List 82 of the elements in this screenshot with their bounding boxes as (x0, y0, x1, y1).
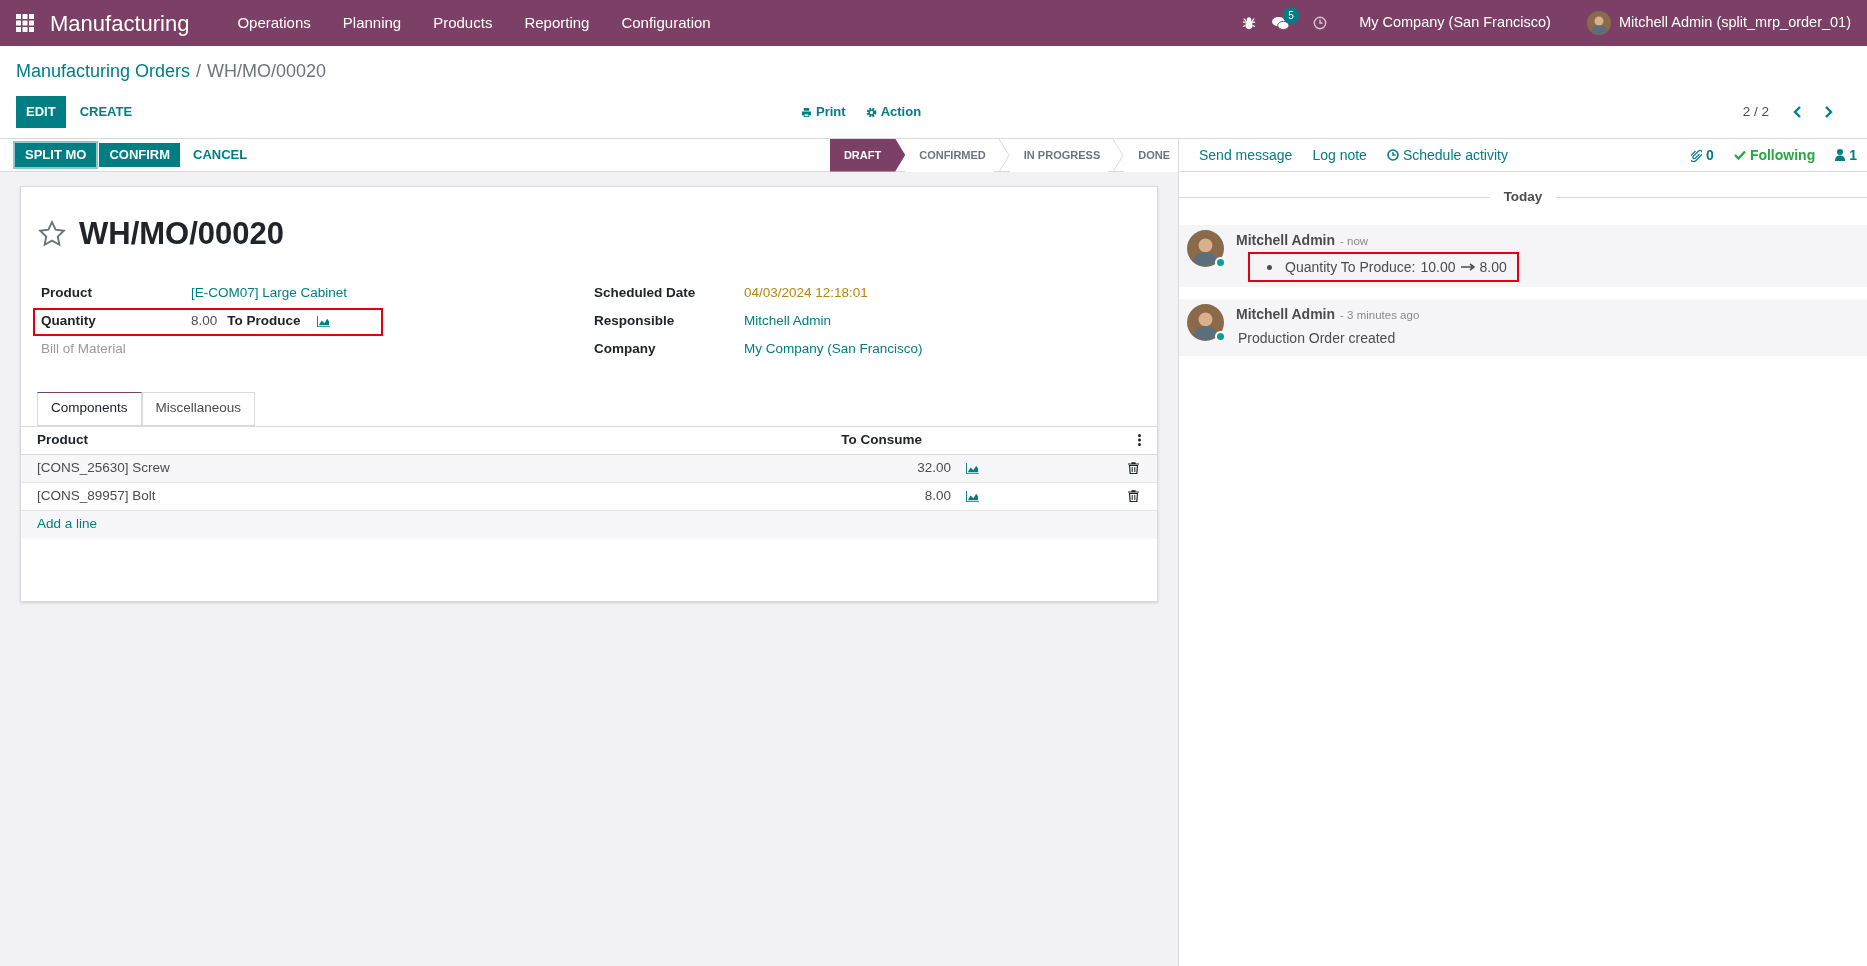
followers-button[interactable]: 1 (1835, 144, 1857, 166)
attachments-button[interactable]: 0 (1691, 144, 1714, 166)
field-label: Company (594, 340, 657, 359)
table-cell-text: [CONS_25630] Screw (36, 458, 171, 477)
chart-icon[interactable] (965, 461, 980, 475)
nav-menu-item[interactable]: Operations (221, 3, 327, 43)
previous-icon[interactable] (1793, 106, 1803, 118)
bullet-icon (1267, 264, 1272, 270)
table-cell-text: 8.00 (923, 486, 951, 505)
trash-icon[interactable] (1128, 490, 1139, 502)
chatter-button[interactable]: Send message (1189, 144, 1303, 166)
field-label: To Produce (227, 312, 301, 331)
breadcrumb-current: WH/MO/00020 (207, 59, 327, 83)
user-icon (1835, 149, 1846, 161)
old-value: 10.00 (1420, 257, 1456, 277)
table-cell-text: 32.00 (916, 458, 951, 477)
clock-icon[interactable] (1313, 16, 1328, 30)
printer-icon (801, 106, 812, 118)
pager-value: 2 / 2 (1742, 102, 1769, 121)
app-name[interactable]: Manufacturing (50, 6, 190, 40)
breadcrumb-link[interactable]: Manufacturing Orders (16, 57, 191, 85)
avatar-icon[interactable] (1187, 304, 1224, 342)
field-label: Scheduled Date (594, 284, 697, 303)
following-button[interactable]: Following (1733, 144, 1816, 166)
nav-menu-item[interactable]: Products (417, 3, 509, 43)
header-button[interactable]: CANCEL (183, 143, 258, 167)
new-value: 8.00 (1479, 257, 1507, 277)
column-header: Product (37, 430, 89, 449)
online-status-icon (1215, 331, 1226, 343)
message-body: Production Order created (1237, 329, 1397, 349)
clock-icon (1386, 149, 1399, 161)
user-menu[interactable]: Mitchell Admin (split_mrp_order_01) (1618, 12, 1851, 34)
bug-icon[interactable] (1242, 16, 1257, 30)
field-label: Quantity (41, 312, 97, 331)
field-value: 8.00 (191, 312, 218, 331)
record-title: WH/MO/00020 (79, 215, 284, 253)
date-separator: Today (1502, 188, 1544, 206)
header-button[interactable]: SPLIT MO (15, 143, 97, 167)
avatar-icon[interactable] (1187, 230, 1224, 268)
field-link[interactable]: My Company (San Francisco) (744, 339, 923, 360)
message-time: - now (1340, 234, 1369, 250)
action-button[interactable]: Action (865, 102, 922, 122)
trash-icon[interactable] (1128, 462, 1139, 474)
schedule-activity-button[interactable]: Schedule activity (1376, 144, 1518, 166)
notification-badge: 5 (1283, 6, 1299, 24)
nav-menu-item[interactable]: Reporting (508, 3, 606, 43)
tracking-field: Quantity To Produce: (1285, 256, 1416, 278)
message-author[interactable]: Mitchell Admin (1236, 304, 1336, 326)
print-button[interactable]: Print (801, 102, 846, 122)
message-time: - 3 minutes ago (1340, 308, 1420, 324)
avatar-icon[interactable] (1586, 11, 1611, 35)
chart-icon[interactable] (315, 315, 331, 328)
online-status-icon (1215, 257, 1226, 269)
create-button[interactable]: CREATE (69, 96, 143, 128)
paperclip-icon (1691, 148, 1703, 162)
field-link[interactable]: [E-COM07] Large Cabinet (191, 283, 348, 304)
next-icon[interactable] (1823, 106, 1833, 118)
add-line-link[interactable]: Add a line (37, 514, 98, 535)
field-link[interactable]: Mitchell Admin (744, 311, 832, 332)
status-stage[interactable]: DRAFT (829, 138, 906, 172)
field-value: 04/03/2024 12:18:01 (744, 284, 868, 303)
message-author[interactable]: Mitchell Admin (1236, 230, 1336, 252)
long-arrow-icon (1460, 263, 1475, 272)
check-icon (1733, 150, 1746, 160)
chart-icon[interactable] (965, 489, 980, 503)
edit-button[interactable]: EDIT (16, 96, 66, 128)
more-options-icon[interactable] (1138, 434, 1141, 446)
nav-menu-item[interactable]: Planning (326, 3, 418, 43)
gear-icon (865, 106, 877, 118)
company-switcher[interactable]: My Company (San Francisco) (1359, 12, 1551, 34)
column-header: To Consume (840, 430, 922, 449)
nav-menu-item[interactable]: Configuration (605, 3, 727, 43)
field-label: Responsible (594, 312, 676, 331)
field-label: Bill of Material (41, 340, 127, 359)
tab[interactable]: Components (37, 391, 142, 426)
header-button[interactable]: CONFIRM (99, 143, 181, 167)
apps-menu-icon[interactable] (16, 14, 34, 32)
breadcrumb-separator: / (196, 59, 202, 83)
table-cell-text: [CONS_89957] Bolt (36, 486, 157, 505)
chatter-button[interactable]: Log note (1302, 144, 1377, 166)
field-label: Product (41, 284, 93, 303)
tab[interactable]: Miscellaneous (141, 391, 256, 426)
